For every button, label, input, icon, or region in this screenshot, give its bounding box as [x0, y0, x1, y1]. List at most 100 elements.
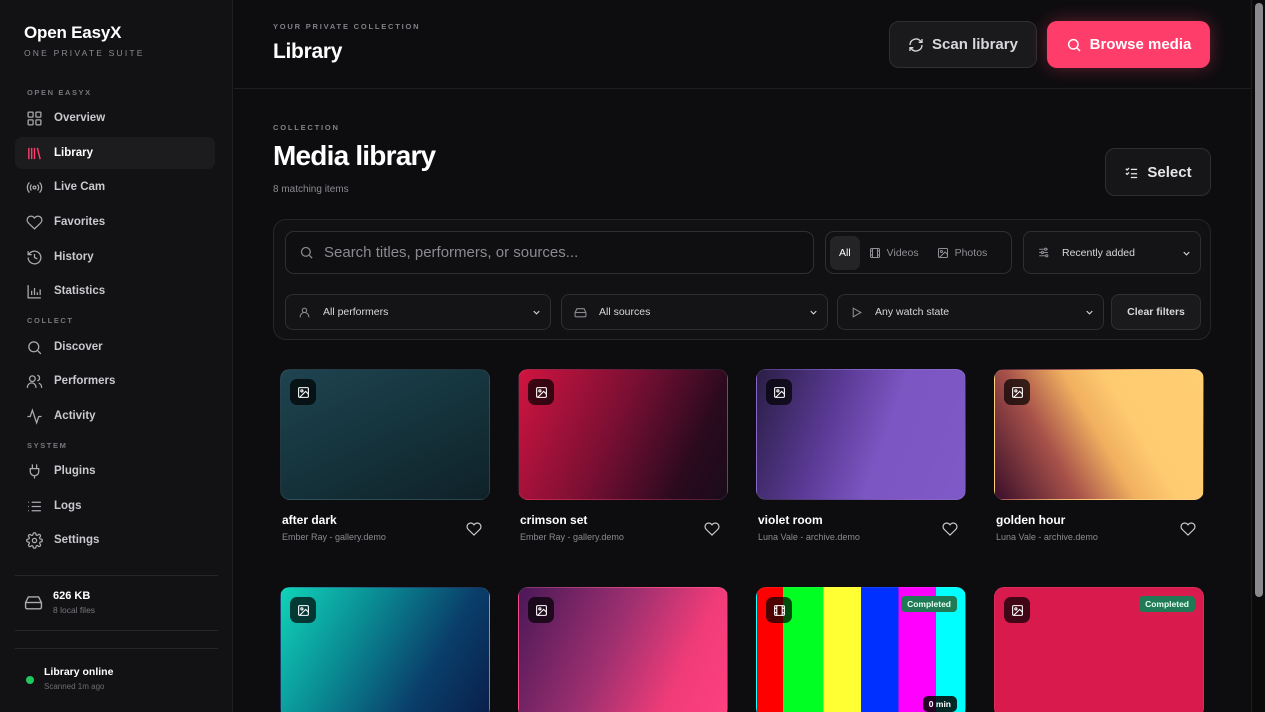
photo-type-badge — [766, 379, 792, 405]
media-card[interactable]: golden hour Luna Vale - archive.demo — [994, 369, 1204, 542]
media-title: crimson set — [520, 513, 588, 527]
sidebar-item-label: Logs — [54, 500, 82, 512]
sidebar-item-label: History — [54, 251, 94, 263]
chevron-down-icon — [810, 310, 817, 315]
source-select[interactable]: All sources — [561, 294, 828, 330]
sidebar-item-favorites[interactable]: Favorites — [15, 206, 215, 238]
completed-badge: Completed — [1139, 596, 1195, 612]
photo-type-badge — [1004, 379, 1030, 405]
segment-all[interactable]: All — [830, 235, 860, 270]
sidebar-item-label: Live Cam — [54, 181, 106, 193]
storage-summary: 626 KB 8 local files — [24, 590, 95, 615]
media-thumbnail[interactable] — [756, 369, 966, 500]
media-thumbnail[interactable] — [280, 369, 490, 500]
brand[interactable]: Open EasyX ONE PRIVATE SUITE — [24, 23, 145, 58]
browse-media-button[interactable]: Browse media — [1047, 21, 1210, 68]
media-thumbnail[interactable] — [518, 369, 728, 500]
video-type-badge — [766, 597, 792, 623]
sidebar-item-live-cam[interactable]: Live Cam — [15, 171, 215, 203]
segment-label: Videos — [886, 246, 919, 259]
section-eyebrow: COLLECTION — [273, 123, 340, 132]
scan-library-button[interactable]: Scan library — [889, 21, 1037, 68]
media-card[interactable]: Completed 0 min — [756, 587, 966, 712]
heart-icon — [26, 214, 43, 230]
media-card[interactable]: crimson set Ember Ray - gallery.demo — [518, 369, 728, 542]
sidebar-item-label: Favorites — [54, 216, 106, 228]
image-icon — [1011, 604, 1023, 616]
watch-state-select[interactable]: Any watch state — [837, 294, 1104, 330]
media-title: after dark — [282, 513, 337, 527]
scan-library-label: Scan library — [932, 36, 1018, 53]
status-subtitle: Scanned 1m ago — [44, 682, 105, 691]
select-button[interactable]: Select — [1105, 148, 1211, 196]
favorite-heart-icon[interactable] — [942, 521, 958, 537]
page-scrollbar[interactable] — [1251, 0, 1265, 712]
photo-type-badge — [290, 379, 316, 405]
search-icon — [28, 340, 42, 354]
media-card[interactable] — [518, 587, 728, 712]
performer-select[interactable]: All performers — [285, 294, 551, 330]
media-thumbnail[interactable] — [518, 587, 728, 712]
sidebar: Open EasyX ONE PRIVATE SUITE OPEN EASYX … — [0, 0, 233, 712]
sidebar-item-discover[interactable]: Discover — [15, 331, 215, 363]
refresh-icon — [909, 37, 923, 52]
media-card[interactable]: after dark Ember Ray - gallery.demo — [280, 369, 490, 542]
library-status: Library online Scanned 1m ago — [26, 666, 113, 691]
sort-select[interactable]: Recently added — [1023, 231, 1201, 274]
hard-drive-icon — [574, 307, 587, 317]
media-thumbnail[interactable]: Completed 0 min — [756, 587, 966, 712]
media-thumbnail[interactable] — [280, 587, 490, 712]
scrollbar-thumb[interactable] — [1255, 3, 1263, 597]
history-icon — [27, 250, 42, 265]
photo-type-badge — [528, 379, 554, 405]
sidebar-item-statistics[interactable]: Statistics — [15, 275, 215, 307]
segment-label: All — [839, 246, 851, 259]
broadcast-icon — [26, 181, 43, 193]
sidebar-item-label: Library — [54, 147, 93, 159]
media-card[interactable] — [280, 587, 490, 712]
image-icon — [1011, 386, 1023, 398]
page-title: Library — [273, 40, 343, 63]
sidebar-item-activity[interactable]: Activity — [15, 400, 215, 432]
clear-filters-button[interactable]: Clear filters — [1111, 294, 1201, 330]
media-subtitle: Ember Ray - gallery.demo — [520, 532, 624, 542]
media-thumbnail[interactable] — [994, 369, 1204, 500]
image-icon — [773, 386, 785, 398]
performer-value: All performers — [323, 306, 389, 318]
storage-size: 626 KB — [53, 590, 91, 602]
sidebar-item-label: Overview — [54, 112, 106, 124]
grid-icon — [27, 110, 42, 126]
image-icon — [535, 604, 547, 616]
media-thumbnail[interactable]: Completed — [994, 587, 1204, 712]
user-icon — [299, 307, 310, 317]
sidebar-item-label: Performers — [54, 375, 116, 387]
search-icon — [1067, 38, 1081, 52]
sidebar-item-history[interactable]: History — [15, 241, 215, 273]
sidebar-item-library[interactable]: Library — [15, 137, 215, 169]
topbar-eyebrow: YOUR PRIVATE COLLECTION — [273, 22, 421, 31]
segment-photos[interactable]: Photos — [928, 236, 997, 270]
search-box[interactable] — [285, 231, 814, 274]
brand-tagline: ONE PRIVATE SUITE — [24, 48, 145, 58]
select-label: Select — [1147, 163, 1192, 181]
plug-icon — [29, 463, 40, 479]
segment-videos[interactable]: Videos — [860, 236, 928, 270]
favorite-heart-icon[interactable] — [1180, 521, 1196, 537]
favorite-heart-icon[interactable] — [704, 521, 720, 537]
favorite-heart-icon[interactable] — [466, 521, 482, 537]
section-label-system: SYSTEM — [27, 441, 68, 450]
sidebar-item-performers[interactable]: Performers — [15, 365, 215, 397]
image-icon — [297, 604, 309, 616]
sidebar-item-overview[interactable]: Overview — [15, 102, 215, 134]
sidebar-item-label: Activity — [54, 410, 96, 422]
sidebar-item-logs[interactable]: Logs — [15, 490, 215, 522]
duration-label: 0 min — [922, 696, 957, 712]
media-card[interactable]: violet room Luna Vale - archive.demo — [756, 369, 966, 542]
image-icon — [937, 247, 948, 258]
media-card[interactable]: Completed — [994, 587, 1204, 712]
gear-icon — [26, 531, 43, 549]
sidebar-item-settings[interactable]: Settings — [15, 524, 215, 556]
sidebar-item-plugins[interactable]: Plugins — [15, 455, 215, 487]
search-input[interactable] — [324, 244, 804, 261]
sidebar-divider — [15, 648, 218, 649]
